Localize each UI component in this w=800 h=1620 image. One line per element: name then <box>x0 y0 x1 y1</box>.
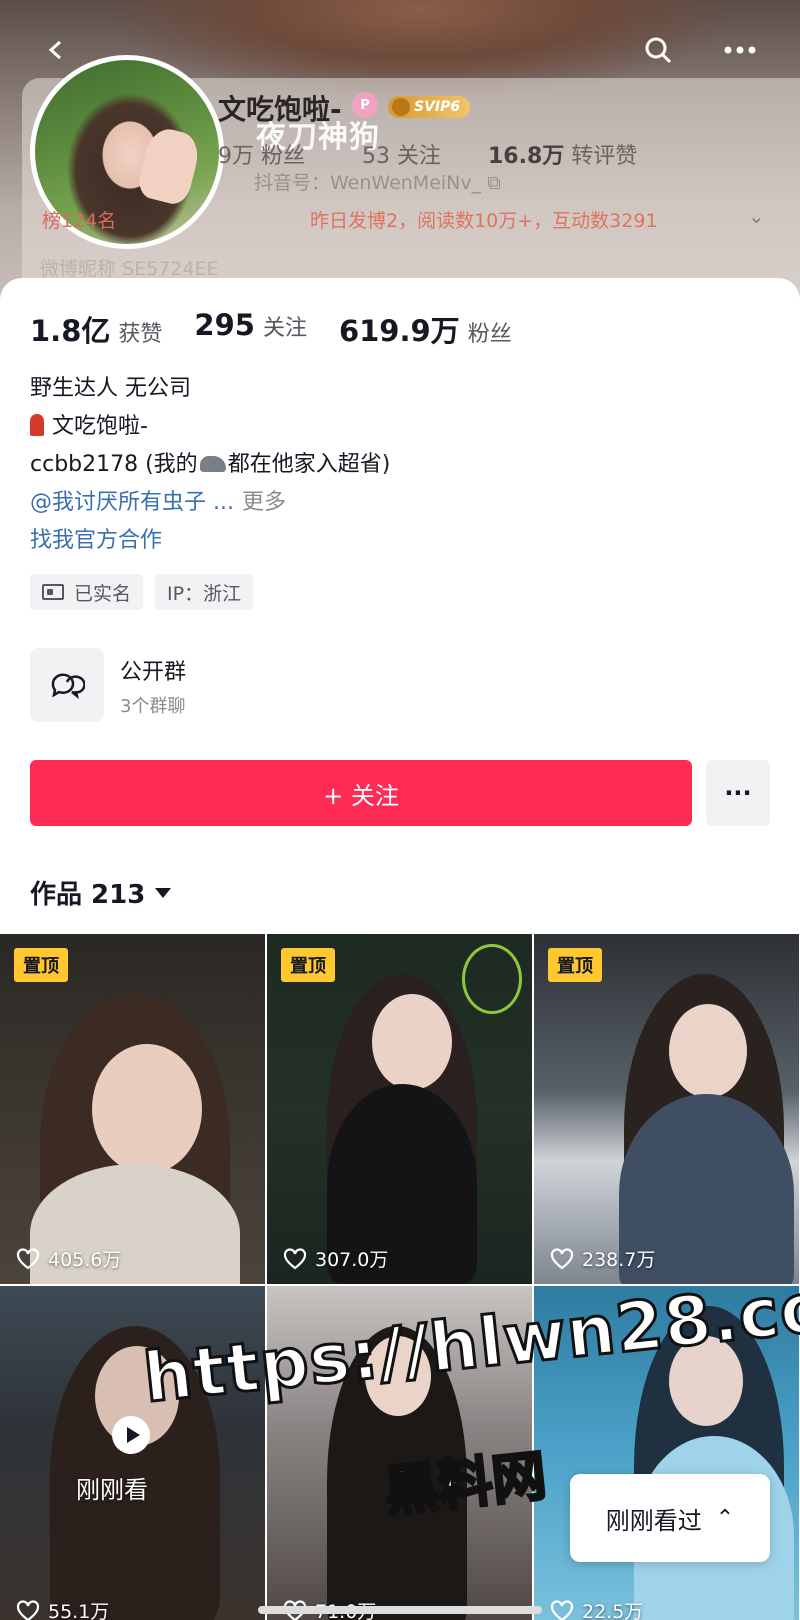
chevron-up-icon: ⌃ <box>715 1505 735 1531</box>
heart-icon <box>550 1247 574 1269</box>
header-faint-text: 微博昵称 SE5724EE <box>40 258 219 280</box>
heart-icon <box>16 1599 40 1620</box>
douyin-id[interactable]: 抖音号：WenWenMeiNv_ ⧉ <box>254 168 501 195</box>
play-icon[interactable] <box>112 1416 150 1454</box>
works-title-label: 作品 213 <box>30 880 146 910</box>
group-title: 公开群 <box>120 660 187 685</box>
id-card-icon <box>42 584 64 600</box>
shoe-icon <box>199 456 226 472</box>
interactions-label: 转评赞 <box>571 144 638 169</box>
header-fans: 9万 粉丝 <box>218 144 305 169</box>
stat-following-value: 295 <box>194 308 255 342</box>
thumbnail-face <box>669 1004 747 1098</box>
stat-likes[interactable]: 1.8亿 获赞 <box>30 308 162 350</box>
ip-tag: IP：浙江 <box>155 574 254 610</box>
cooperation-link[interactable]: 找我官方合作 <box>30 522 390 560</box>
mention-link[interactable]: @我讨厌所有虫子 ... <box>30 490 234 515</box>
header-interactions: 16.8万 转评赞 <box>488 138 637 170</box>
profile-tags: 已实名 IP：浙江 <box>30 574 254 610</box>
tile-likes: 307.0万 <box>283 1245 388 1272</box>
pinned-badge: 置顶 <box>14 948 68 982</box>
strip-rank: 榜124名 <box>42 210 117 232</box>
bio-more-link[interactable]: 更多 <box>242 490 286 515</box>
stat-following[interactable]: 295 关注 <box>194 308 307 350</box>
stat-fans-label: 粉丝 <box>467 322 512 347</box>
crown-icon <box>392 98 410 116</box>
verified-tag-label: 已实名 <box>74 582 132 605</box>
bio-line-2-text: 文吃饱啦- <box>52 414 148 439</box>
recently-watched-label: 刚刚看过 <box>605 1506 702 1535</box>
stat-following-label: 关注 <box>262 316 307 341</box>
more-menu-button[interactable] <box>720 30 760 70</box>
stat-likes-label: 获赞 <box>118 322 163 347</box>
avatar-hand <box>135 124 203 208</box>
search-button[interactable] <box>638 30 678 70</box>
strip-activity: 昨日发博2，阅读数10万+，互动数3291 <box>310 210 658 232</box>
thumbnail-face <box>92 1044 202 1174</box>
caret-down-icon <box>155 887 172 898</box>
heart-icon <box>550 1599 574 1620</box>
tile-likes-count: 307.0万 <box>315 1249 389 1271</box>
tile-likes-count: 238.7万 <box>582 1249 656 1271</box>
tile-likes-count: 22.5万 <box>582 1601 644 1620</box>
back-button[interactable] <box>36 30 76 70</box>
vip-badge: SVIP6 <box>388 96 471 118</box>
tennis-racket-icon <box>462 944 522 1014</box>
follow-button[interactable]: + 关注 <box>30 760 692 826</box>
works-tab[interactable]: 作品 213 <box>30 874 172 911</box>
watermark-site: 黑料网 <box>380 1442 551 1525</box>
recently-watched-button[interactable]: 刚刚看过 ⌃ <box>570 1474 770 1562</box>
ribbon-icon <box>30 414 44 436</box>
video-tile-2[interactable]: 置顶 307.0万 <box>267 934 532 1284</box>
tile-likes-count: 405.6万 <box>48 1249 122 1271</box>
bio-line-1: 野生达人 无公司 <box>30 376 191 401</box>
group-subtitle: 3个群聊 <box>120 696 186 717</box>
bio-line-3-prefix: ccbb2178 (我的 <box>30 452 198 477</box>
pinned-badge: 置顶 <box>281 948 335 982</box>
vip-label: SVIP6 <box>414 99 461 115</box>
header-info-strip[interactable]: 榜124名 昨日发博2，阅读数10万+，互动数3291 ⌄ <box>30 200 790 236</box>
more-actions-button[interactable]: ··· <box>706 760 770 826</box>
chat-bubbles-icon <box>30 648 104 722</box>
tile-likes: 22.5万 <box>550 1597 643 1620</box>
heart-icon <box>16 1247 40 1269</box>
tile-likes: 405.6万 <box>16 1245 121 1272</box>
bio-line-3-suffix: 都在他家入超省) <box>227 452 391 477</box>
bio-line-3: ccbb2178 (我的 都在他家入超省) <box>30 446 390 484</box>
tile-likes: 238.7万 <box>550 1245 655 1272</box>
interactions-value: 16.8万 <box>488 144 565 169</box>
stats-row: 1.8亿 获赞 295 关注 619.9万 粉丝 <box>30 308 544 350</box>
video-tile-3[interactable]: 置顶 238.7万 <box>534 934 799 1284</box>
douyin-id-text: 抖音号：WenWenMeiNv_ <box>254 172 482 194</box>
just-watched-overlay: 刚刚看 <box>76 1476 148 1504</box>
bio-line-4: @我讨厌所有虫子 ... 更多 <box>30 484 390 522</box>
search-icon <box>645 37 672 64</box>
stat-fans[interactable]: 619.9万 粉丝 <box>339 308 512 350</box>
copy-icon[interactable]: ⧉ <box>487 172 501 194</box>
video-tile-1[interactable]: 置顶 405.6万 <box>0 934 265 1284</box>
back-arrow-icon <box>48 40 61 60</box>
pinned-badge: 置顶 <box>548 948 602 982</box>
public-group-entry[interactable]: 公开群 3个群聊 <box>30 648 790 724</box>
tile-likes: 55.1万 <box>16 1597 109 1620</box>
chevron-down-icon[interactable]: ⌄ <box>748 204 765 228</box>
stat-likes-value: 1.8亿 <box>30 314 111 348</box>
bio: 野生达人 无公司 文吃饱啦- ccbb2178 (我的 都在他家入超省) @我讨厌… <box>30 370 390 560</box>
stat-fans-value: 619.9万 <box>338 314 460 348</box>
header-following: 53 关注 <box>362 144 441 169</box>
more-dots-icon <box>724 46 756 54</box>
heart-icon <box>283 1247 307 1269</box>
home-indicator[interactable] <box>258 1606 542 1614</box>
bio-line-2: 文吃饱啦- <box>30 408 390 446</box>
thumbnail-face <box>372 994 452 1090</box>
tile-likes-count: 55.1万 <box>48 1601 110 1620</box>
verified-tag: 已实名 <box>30 574 144 610</box>
